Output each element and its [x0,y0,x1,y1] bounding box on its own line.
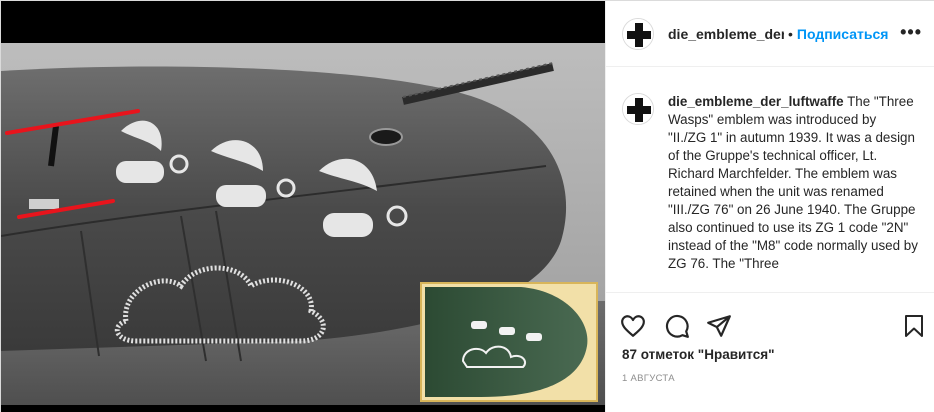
caption: die_embleme_der_luftwaffe The "Three Was… [668,93,918,273]
post-date[interactable]: 1 АВГУСТА [622,373,675,384]
more-options-icon[interactable]: ••• [900,23,922,41]
instagram-post: die_embleme_der_l • Подписаться ••• die_… [0,0,934,412]
caption-username[interactable]: die_embleme_der_luftwaffe [668,94,844,109]
share-icon[interactable] [706,313,732,339]
aircraft-nose-photo [1,43,605,405]
avatar[interactable] [622,17,654,50]
bookmark-icon[interactable] [902,313,926,339]
action-bar [620,313,923,339]
header-username[interactable]: die_embleme_der_l [668,26,784,42]
inset-color-profile [420,282,598,402]
caption-text: The "Three Wasps" emblem was introduced … [668,94,918,271]
post-photo[interactable] [1,1,605,412]
separator-dot: • [788,25,793,42]
caption-avatar[interactable] [622,93,654,125]
likes-count[interactable]: 87 отметок "Нравится" [622,347,775,362]
balkenkreuz-icon [623,18,653,49]
post-header: die_embleme_der_l • Подписаться ••• [606,1,934,67]
follow-button[interactable]: Подписаться [797,26,889,42]
post-side-panel: die_embleme_der_l • Подписаться ••• die_… [605,1,934,412]
comments-area: die_embleme_der_luftwaffe The "Three Was… [606,67,934,293]
balkenkreuz-icon [623,94,653,124]
heart-icon[interactable] [620,313,646,339]
comment-icon[interactable] [664,313,690,339]
